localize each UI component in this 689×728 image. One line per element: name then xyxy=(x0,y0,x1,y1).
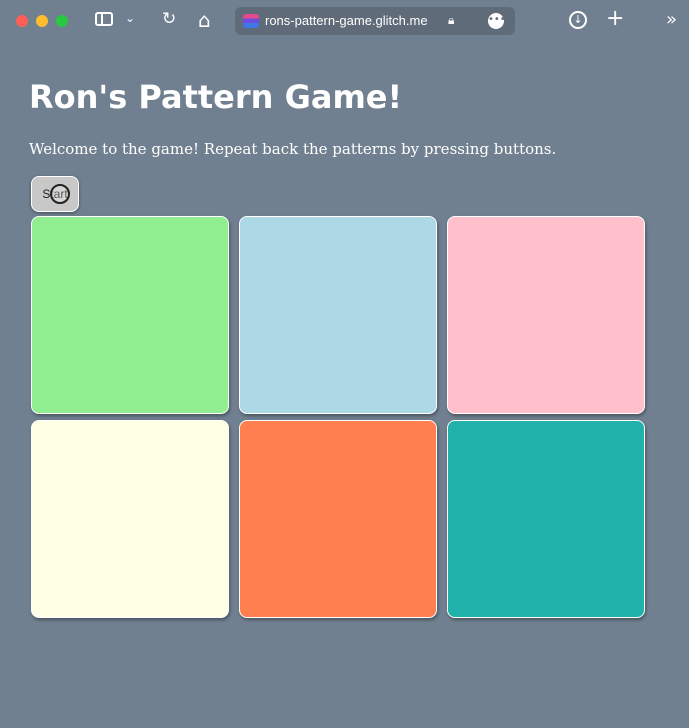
minimize-window-button[interactable] xyxy=(36,15,48,27)
home-icon[interactable]: ⌂ xyxy=(198,8,211,32)
download-icon[interactable]: ↓ xyxy=(569,11,587,29)
intro-text: Welcome to the game! Repeat back the pat… xyxy=(29,140,557,158)
lock-icon: 🔒︎ xyxy=(448,13,455,27)
url-text[interactable]: rons-pattern-game.glitch.me xyxy=(265,13,428,28)
more-icon[interactable]: ••• xyxy=(488,13,506,29)
page-title: Ron's Pattern Game! xyxy=(29,78,403,116)
click-cursor-icon xyxy=(50,184,70,204)
close-window-button[interactable] xyxy=(16,15,28,27)
game-button-2[interactable] xyxy=(239,216,437,414)
chevron-down-icon[interactable]: ⌄ xyxy=(125,11,135,25)
game-button-5[interactable] xyxy=(239,420,437,618)
game-button-4[interactable] xyxy=(31,420,229,618)
game-button-1[interactable] xyxy=(31,216,229,414)
game-button-3[interactable] xyxy=(447,216,645,414)
game-button-6[interactable] xyxy=(447,420,645,618)
sidebar-icon[interactable] xyxy=(95,12,113,26)
plus-icon[interactable]: + xyxy=(606,6,624,31)
address-bar[interactable]: rons-pattern-game.glitch.me 🔒︎ ••• xyxy=(235,7,515,35)
chevrons-right-icon[interactable]: » xyxy=(666,9,677,30)
zoom-window-button[interactable] xyxy=(56,15,68,27)
browser-toolbar: ⌄ ↻ ⌂ rons-pattern-game.glitch.me 🔒︎ •••… xyxy=(0,0,689,42)
favicon-icon xyxy=(243,14,259,28)
reload-icon[interactable]: ↻ xyxy=(162,9,176,29)
